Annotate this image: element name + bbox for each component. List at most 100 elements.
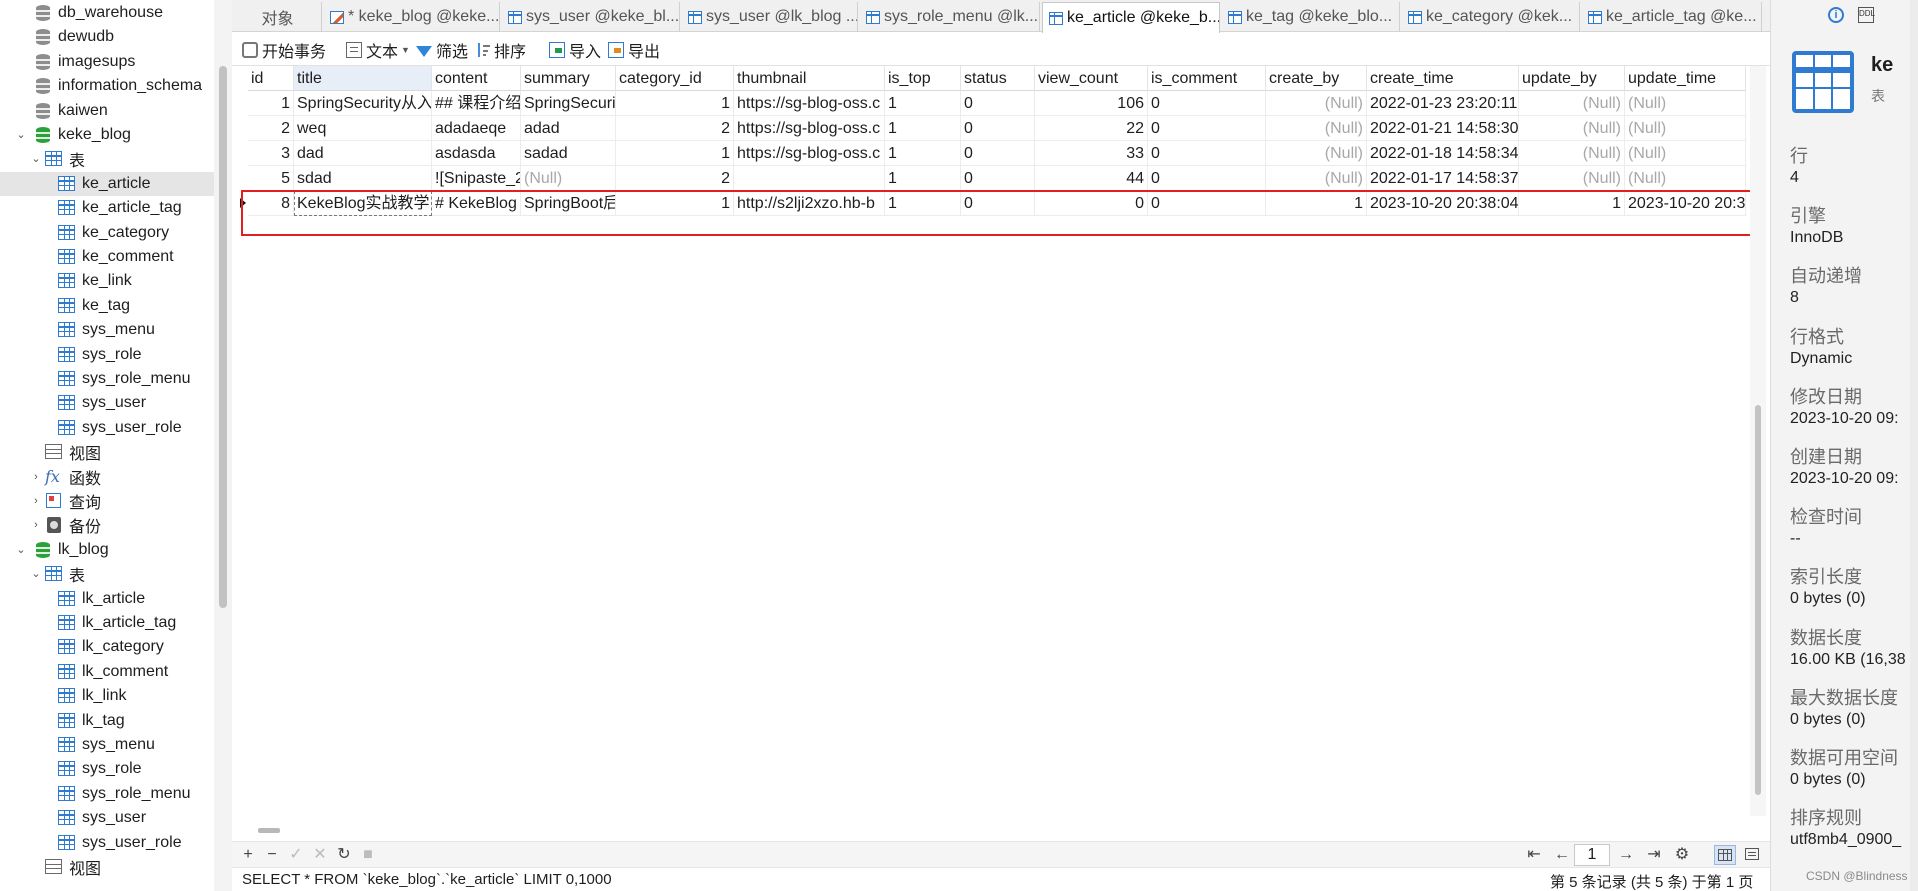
- table-cell[interactable]: (Null): [1266, 116, 1367, 141]
- table-cell[interactable]: 8: [248, 191, 294, 216]
- navigator-item[interactable]: lk_link: [0, 684, 214, 708]
- navigator-item[interactable]: lk_tag: [0, 709, 214, 733]
- chevron-down-icon[interactable]: ⌄: [15, 129, 27, 141]
- table-cell[interactable]: adad: [521, 116, 616, 141]
- table-cell[interactable]: 1: [885, 191, 961, 216]
- navigator-item[interactable]: sys_user_role: [0, 416, 214, 440]
- apply-changes-button[interactable]: ✓: [286, 845, 306, 865]
- column-header[interactable]: update_by: [1519, 66, 1625, 91]
- export-button[interactable]: 导出: [608, 40, 660, 61]
- table-cell[interactable]: 0: [961, 116, 1035, 141]
- table-cell[interactable]: (Null): [1519, 116, 1625, 141]
- table-cell[interactable]: https://sg-blog-oss.c: [734, 91, 885, 116]
- delete-record-button[interactable]: −: [262, 845, 282, 865]
- table-cell[interactable]: [734, 166, 885, 191]
- column-header[interactable]: view_count: [1035, 66, 1148, 91]
- table-cell[interactable]: SpringSecurity从入: [294, 91, 432, 116]
- table-cell[interactable]: 0: [961, 91, 1035, 116]
- grid-horizontal-scrollbar-thumb[interactable]: [258, 828, 280, 833]
- column-header[interactable]: create_by: [1266, 66, 1367, 91]
- navigator-item[interactable]: sys_menu: [0, 318, 214, 342]
- chevron-right-icon[interactable]: ›: [30, 519, 42, 531]
- chevron-down-icon[interactable]: ⌄: [30, 568, 42, 580]
- stop-button[interactable]: ■: [358, 845, 378, 865]
- page-number-input[interactable]: 1: [1574, 844, 1610, 866]
- navigator-item[interactable]: sys_role: [0, 757, 214, 781]
- tab-6[interactable]: ke_tag @keke_blo...: [1222, 2, 1400, 32]
- navigator-item[interactable]: ke_tag: [0, 294, 214, 318]
- ddl-icon[interactable]: DDL: [1858, 7, 1875, 23]
- table-cell[interactable]: 2: [616, 166, 734, 191]
- navigator-item[interactable]: › 备份: [0, 513, 214, 537]
- chevron-down-icon[interactable]: ⌄: [30, 153, 42, 165]
- table-cell[interactable]: 22: [1035, 116, 1148, 141]
- first-page-button[interactable]: ⇤: [1524, 845, 1544, 865]
- table-cell[interactable]: 0: [1148, 116, 1266, 141]
- column-header[interactable]: category_id: [616, 66, 734, 91]
- table-cell[interactable]: adadaeqe: [432, 116, 521, 141]
- column-header[interactable]: title: [294, 66, 432, 91]
- navigator-item[interactable]: ⌄ 表: [0, 147, 214, 171]
- table-cell[interactable]: https://sg-blog-oss.c: [734, 116, 885, 141]
- table-cell[interactable]: 2023-10-20 20:3: [1625, 191, 1746, 216]
- table-cell[interactable]: 2023-10-20 20:38:04: [1367, 191, 1519, 216]
- table-cell[interactable]: 2: [616, 116, 734, 141]
- tab-7[interactable]: ke_category @kek...: [1402, 2, 1580, 32]
- chevron-right-icon[interactable]: ›: [30, 495, 42, 507]
- form-view-button[interactable]: [1742, 845, 1764, 865]
- table-cell[interactable]: 0: [961, 141, 1035, 166]
- info-icon[interactable]: i: [1828, 7, 1844, 23]
- table-cell[interactable]: asdasda: [432, 141, 521, 166]
- table-cell[interactable]: 1: [616, 191, 734, 216]
- navigator-item[interactable]: ke_article: [0, 171, 214, 196]
- navigator-item[interactable]: sys_role_menu: [0, 782, 214, 806]
- next-page-button[interactable]: →: [1616, 845, 1636, 865]
- table-cell[interactable]: (Null): [1266, 141, 1367, 166]
- column-header[interactable]: create_time: [1367, 66, 1519, 91]
- tab-8[interactable]: ke_article_tag @ke...: [1582, 2, 1762, 32]
- table-cell[interactable]: 0: [1148, 91, 1266, 116]
- refresh-button[interactable]: ↻: [334, 845, 354, 865]
- navigator-item[interactable]: lk_category: [0, 635, 214, 659]
- data-grid[interactable]: id title content summary category_id thumbnai…: [238, 66, 1746, 816]
- column-header[interactable]: content: [432, 66, 521, 91]
- navigator-item[interactable]: sys_menu: [0, 733, 214, 757]
- sort-button[interactable]: 排序: [476, 40, 526, 61]
- navigator-item[interactable]: lk_article_tag: [0, 611, 214, 635]
- table-cell[interactable]: 1: [885, 166, 961, 191]
- table-cell[interactable]: 3: [248, 141, 294, 166]
- tab-2[interactable]: sys_user @keke_bl...: [502, 2, 680, 32]
- navigator-item[interactable]: dewudb: [0, 25, 214, 49]
- table-cell[interactable]: 1: [1519, 191, 1625, 216]
- table-cell[interactable]: (Null): [1625, 91, 1746, 116]
- navigator-item[interactable]: sys_role_menu: [0, 367, 214, 391]
- table-cell[interactable]: SpringSecuri: [521, 91, 616, 116]
- table-cell[interactable]: (Null): [1625, 166, 1746, 191]
- table-cell[interactable]: (Null): [1266, 91, 1367, 116]
- table-cell[interactable]: 1: [885, 116, 961, 141]
- table-cell[interactable]: KekeBlog实战教学: [294, 191, 432, 216]
- table-cell[interactable]: 1: [248, 91, 294, 116]
- navigator-item[interactable]: lk_article: [0, 587, 214, 611]
- table-cell[interactable]: ## 课程介绍: [432, 91, 521, 116]
- table-cell[interactable]: weq: [294, 116, 432, 141]
- gear-icon[interactable]: ⚙: [1672, 845, 1692, 865]
- table-cell[interactable]: sdad: [294, 166, 432, 191]
- tab-1[interactable]: * keke_blog @keke...: [324, 2, 500, 32]
- table-cell[interactable]: 2022-01-23 23:20:11: [1367, 91, 1519, 116]
- column-header[interactable]: status: [961, 66, 1035, 91]
- table-cell[interactable]: 0: [1148, 166, 1266, 191]
- table-cell[interactable]: (Null): [1519, 91, 1625, 116]
- navigator-item[interactable]: › 查询: [0, 489, 214, 513]
- navigator-item[interactable]: ⌄ lk_blog: [0, 538, 214, 562]
- navigator-item[interactable]: imagesups: [0, 50, 214, 74]
- table-cell[interactable]: https://sg-blog-oss.c: [734, 141, 885, 166]
- navigator-item[interactable]: › fx 函数: [0, 465, 214, 489]
- table-cell[interactable]: 0: [1148, 191, 1266, 216]
- navigator-item[interactable]: sys_user_role: [0, 831, 214, 855]
- navigator-item[interactable]: db_warehouse: [0, 1, 214, 25]
- chevron-down-icon[interactable]: ⌄: [15, 544, 27, 556]
- tab-3[interactable]: sys_user @lk_blog ...: [682, 2, 858, 32]
- table-cell[interactable]: 44: [1035, 166, 1148, 191]
- navigator-item[interactable]: sys_user: [0, 806, 214, 830]
